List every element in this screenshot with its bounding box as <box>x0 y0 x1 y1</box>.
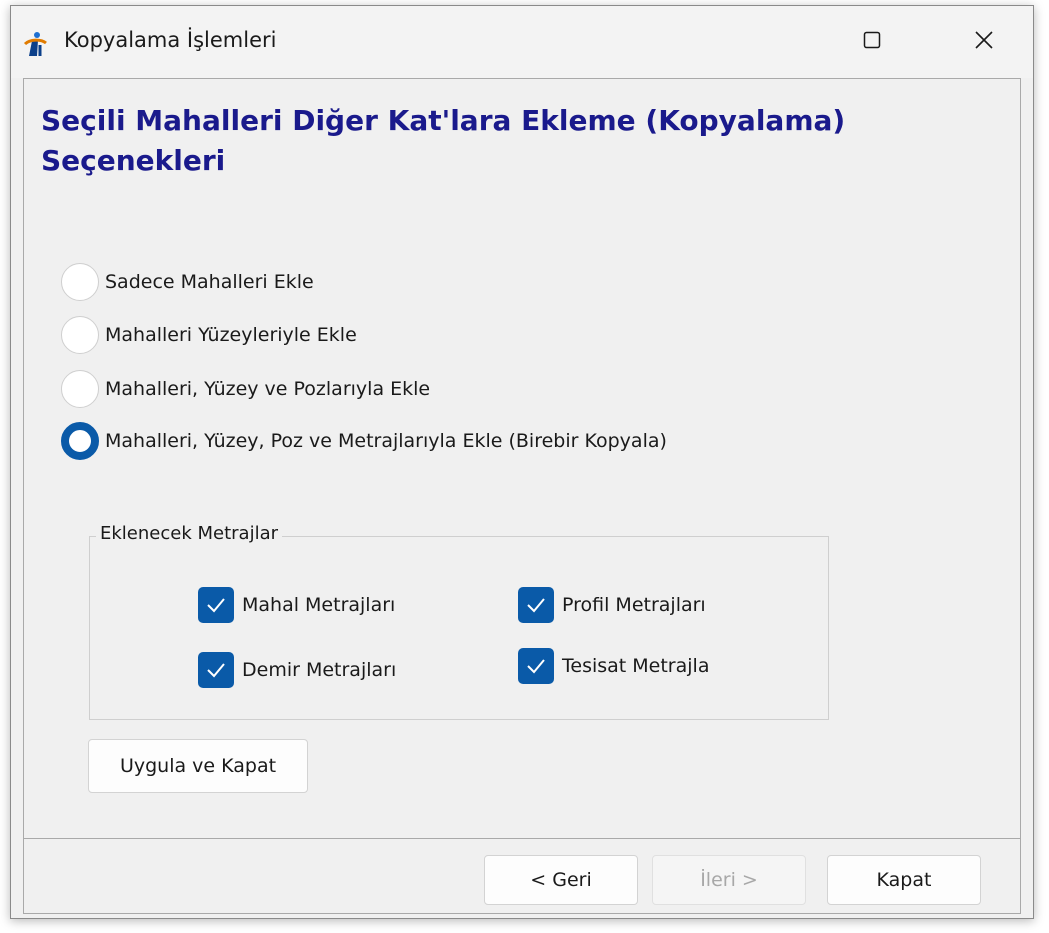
maximize-button[interactable] <box>837 6 907 78</box>
close-window-button[interactable] <box>949 6 1019 78</box>
radio-label: Mahalleri, Yüzey ve Pozlarıyla Ekle <box>105 378 431 400</box>
radio-button[interactable] <box>61 316 99 354</box>
checkbox-label: Tesisat Metrajla <box>562 655 710 677</box>
metraj-group: Eklenecek Metrajlar Mahal Metrajları Pro… <box>89 523 829 720</box>
radio-button[interactable] <box>61 263 99 301</box>
checkbox-label: Demir Metrajları <box>242 659 397 681</box>
radio-button[interactable] <box>61 370 99 408</box>
checkmark-icon[interactable] <box>518 648 554 684</box>
checkbox-demir-metrajlari[interactable]: Demir Metrajları <box>198 652 396 688</box>
option-sadece-mahalleri[interactable]: Sadece Mahalleri Ekle <box>61 262 314 302</box>
checkbox-label: Mahal Metrajları <box>242 594 396 616</box>
footer-bar: < Geri İleri > Kapat <box>23 838 1021 914</box>
apply-and-close-button[interactable]: Uygula ve Kapat <box>88 739 308 793</box>
back-button[interactable]: < Geri <box>484 855 638 905</box>
page-title: Seçili Mahalleri Diğer Kat'lara Ekleme (… <box>41 104 846 177</box>
option-yuzeyleriyle[interactable]: Mahalleri Yüzeyleriyle Ekle <box>61 315 357 355</box>
checkbox-profil-metrajlari[interactable]: Profil Metrajları <box>518 587 706 623</box>
radio-label: Sadece Mahalleri Ekle <box>105 271 314 293</box>
checkbox-tesisat-metrajlari[interactable]: Tesisat Metrajla <box>518 648 709 684</box>
close-button[interactable]: Kapat <box>827 855 981 905</box>
checkmark-icon[interactable] <box>198 587 234 623</box>
option-yuzey-pozlariyla[interactable]: Mahalleri, Yüzey ve Pozlarıyla Ekle <box>61 369 430 409</box>
window-title: Kopyalama İşlemleri <box>64 28 277 52</box>
radio-button-selected[interactable] <box>61 422 99 460</box>
checkbox-label: Profil Metrajları <box>562 594 706 616</box>
maximize-icon <box>863 31 881 53</box>
title-bar: Kopyalama İşlemleri <box>11 6 1033 78</box>
checkmark-icon[interactable] <box>198 652 234 688</box>
option-birebir-kopyala[interactable]: Mahalleri, Yüzey, Poz ve Metrajlarıyla E… <box>61 421 667 461</box>
content-panel: Seçili Mahalleri Diğer Kat'lara Ekleme (… <box>23 78 1021 838</box>
app-logo-icon <box>21 30 49 58</box>
group-title: Eklenecek Metrajlar <box>96 523 282 544</box>
dialog-window: Kopyalama İşlemleri Seçili Mahalleri Diğ… <box>10 5 1034 919</box>
close-icon <box>974 30 994 54</box>
checkbox-mahal-metrajlari[interactable]: Mahal Metrajları <box>198 587 395 623</box>
checkmark-icon[interactable] <box>518 587 554 623</box>
radio-label: Mahalleri Yüzeyleriyle Ekle <box>105 324 357 346</box>
next-button[interactable]: İleri > <box>652 855 806 905</box>
radio-label: Mahalleri, Yüzey, Poz ve Metrajlarıyla E… <box>105 430 667 452</box>
